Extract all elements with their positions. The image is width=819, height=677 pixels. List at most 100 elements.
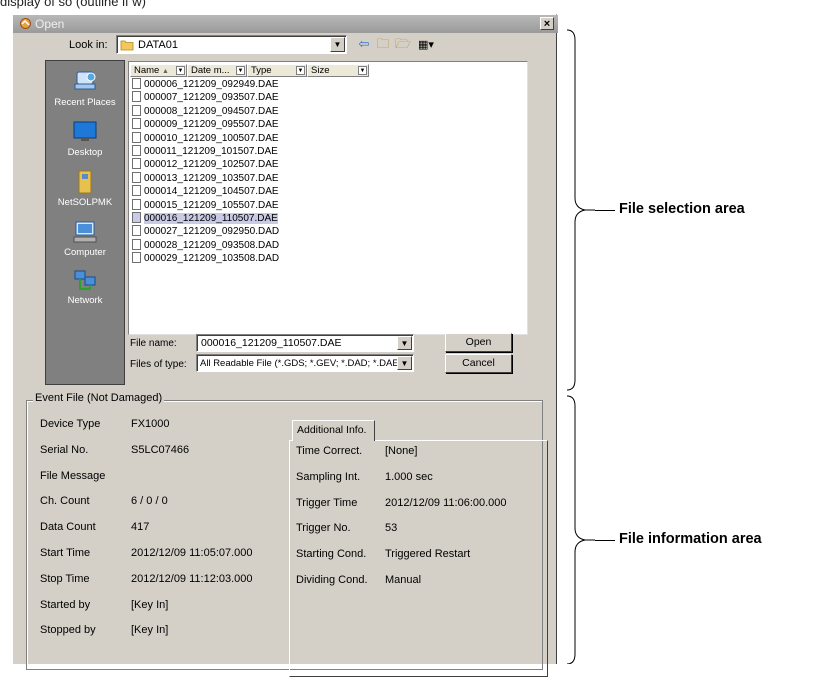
column-filter-icon[interactable]: ▼ bbox=[176, 66, 185, 75]
additional-field-label: Starting Cond. bbox=[296, 548, 367, 561]
files-of-type-select[interactable]: All Readable File (*.GDS; *.GEV; *.DAD; … bbox=[196, 354, 414, 372]
file-name-text: 000016_121209_110507.DAE bbox=[144, 213, 278, 224]
event-file-legend: Event File (Not Damaged) bbox=[33, 392, 165, 404]
info-field-value: 6 / 0 / 0 bbox=[131, 495, 168, 508]
column-header-name[interactable]: Name ▲ ▼ bbox=[130, 64, 187, 77]
file-list-item[interactable]: 000027_121209_092950.DAD bbox=[132, 225, 279, 238]
file-list-item[interactable]: 000010_121209_100507.DAE bbox=[132, 131, 279, 145]
info-field-label: Start Time bbox=[40, 547, 91, 559]
additional-field-value: Triggered Restart bbox=[385, 548, 471, 561]
file-list[interactable]: Name ▲ ▼ Date m... ▼ Type ▼ Size ▼ 00000… bbox=[128, 61, 528, 335]
file-list-item[interactable]: 000029_121209_103508.DAD bbox=[132, 252, 279, 265]
file-list-item[interactable]: 000015_121209_105507.DAE bbox=[132, 198, 279, 212]
file-list-item[interactable]: 000006_121209_092949.DAE bbox=[132, 78, 279, 91]
user-folder-icon bbox=[78, 170, 92, 194]
info-field-value: [Key In] bbox=[131, 624, 169, 637]
annotation-braces bbox=[566, 29, 595, 664]
open-button[interactable]: Open bbox=[445, 333, 512, 352]
file-name-text: 000010_121209_100507.DAE bbox=[144, 132, 279, 144]
additional-field-value: Manual bbox=[385, 574, 422, 586]
chevron-down-icon[interactable]: ▼ bbox=[330, 37, 345, 52]
file-name-value: 000016_121209_110507.DAE bbox=[201, 337, 342, 349]
tab-additional-info[interactable]: Additional Info. bbox=[292, 420, 375, 441]
document-icon bbox=[132, 198, 141, 210]
info-field-label: Started by bbox=[40, 598, 91, 611]
document-icon bbox=[132, 91, 141, 103]
file-list-item[interactable]: 000014_121209_104507.DAE bbox=[132, 185, 279, 198]
additional-field-value: 1.000 sec bbox=[385, 470, 433, 483]
file-name-text: 000008_121209_094507.DAE bbox=[144, 105, 279, 117]
info-field-label: Device Type bbox=[40, 418, 101, 430]
column-header-size[interactable]: Size ▼ bbox=[307, 64, 369, 77]
file-name-text: 000027_121209_092950.DAD bbox=[144, 226, 280, 238]
additional-field-value: 53 bbox=[385, 522, 398, 535]
document-icon bbox=[132, 118, 141, 130]
document-icon bbox=[132, 171, 141, 183]
file-list-item[interactable]: 000016_121209_110507.DAE bbox=[132, 212, 278, 225]
look-in-value: DATA01 bbox=[138, 39, 178, 51]
open-dialog: Open × Look in: DATA01 ▼ ⇦ 🗀 🗁 ▦▾ Recent… bbox=[12, 14, 558, 677]
document-icon bbox=[132, 185, 141, 197]
additional-field-label: Sampling Int. bbox=[296, 470, 361, 483]
info-field-label: Ch. Count bbox=[40, 495, 90, 508]
cancel-button[interactable]: Cancel bbox=[445, 354, 512, 373]
column-filter-icon[interactable]: ▼ bbox=[236, 66, 245, 75]
column-header-type[interactable]: Type ▼ bbox=[247, 64, 307, 77]
places-bar: Recent Places Desktop NetSOLPMK Computer bbox=[45, 60, 125, 385]
document-icon bbox=[132, 225, 141, 237]
info-field-label: File Message bbox=[40, 469, 106, 482]
file-name-text: 000012_121209_102507.DAE bbox=[144, 159, 279, 171]
view-menu-icon[interactable]: ▦▾ bbox=[415, 37, 437, 51]
folder-icon bbox=[120, 40, 134, 51]
file-selection-annotation: File selection area bbox=[619, 201, 745, 217]
additional-field-label: Trigger Time bbox=[296, 496, 358, 509]
chevron-down-icon[interactable]: ▼ bbox=[397, 336, 412, 350]
place-desktop[interactable]: Desktop bbox=[46, 119, 124, 158]
up-folder-icon[interactable]: 🗀 bbox=[375, 37, 391, 51]
network-icon bbox=[74, 270, 96, 290]
new-folder-icon[interactable]: 🗁 bbox=[395, 37, 411, 51]
file-name-text: 000009_121209_095507.DAE bbox=[144, 119, 279, 131]
back-arrow-icon[interactable]: ⇦ bbox=[356, 37, 372, 51]
document-icon bbox=[132, 78, 141, 89]
computer-icon bbox=[73, 221, 97, 243]
info-field-value: 2012/12/09 11:05:07.000 bbox=[131, 547, 253, 559]
info-field-label: Stopped by bbox=[40, 624, 96, 637]
desktop-icon bbox=[73, 121, 97, 141]
place-computer[interactable]: Computer bbox=[46, 219, 124, 258]
chevron-down-icon[interactable]: ▼ bbox=[397, 356, 412, 370]
file-list-item[interactable]: 000013_121209_103507.DAE bbox=[132, 171, 279, 185]
annotation-leader-line bbox=[595, 210, 615, 211]
place-recent-places[interactable]: Recent Places bbox=[46, 69, 124, 108]
close-icon: × bbox=[543, 18, 551, 30]
app-icon bbox=[20, 18, 31, 29]
annotation-leader-line bbox=[595, 540, 615, 541]
file-name-text: 000014_121209_104507.DAE bbox=[144, 186, 279, 198]
title-bar[interactable]: Open × bbox=[13, 15, 558, 33]
place-network[interactable]: Network bbox=[46, 267, 124, 306]
file-list-item[interactable]: 000028_121209_093508.DAD bbox=[132, 238, 279, 252]
sort-ascending-icon: ▲ bbox=[161, 68, 169, 75]
look-in-select[interactable]: DATA01 ▼ bbox=[116, 35, 347, 54]
file-list-item[interactable]: 000011_121209_101507.DAE bbox=[132, 145, 278, 158]
info-field-value: 2012/12/09 11:12:03.000 bbox=[131, 572, 253, 585]
info-field-value: [Key In] bbox=[131, 598, 169, 611]
file-list-item[interactable]: 000008_121209_094507.DAE bbox=[132, 104, 279, 118]
info-field-value: FX1000 bbox=[131, 418, 170, 430]
file-name-input[interactable]: 000016_121209_110507.DAE ▼ bbox=[196, 334, 414, 352]
file-list-item[interactable]: 000009_121209_095507.DAE bbox=[132, 118, 279, 131]
place-label: Computer bbox=[64, 247, 106, 258]
column-filter-icon[interactable]: ▼ bbox=[358, 66, 367, 75]
file-list-item[interactable]: 000012_121209_102507.DAE bbox=[132, 158, 279, 171]
place-netsolpmk[interactable]: NetSOLPMK bbox=[46, 169, 124, 208]
column-filter-icon[interactable]: ▼ bbox=[296, 66, 305, 75]
document-icon bbox=[132, 158, 141, 170]
column-header-date[interactable]: Date m... ▼ bbox=[187, 64, 247, 77]
file-list-item[interactable]: 000007_121209_093507.DAE bbox=[132, 91, 279, 104]
info-field-value: S5LC07466 bbox=[131, 443, 190, 456]
document-icon bbox=[132, 238, 141, 250]
additional-field-value: [None] bbox=[385, 445, 418, 457]
close-button[interactable]: × bbox=[540, 17, 554, 30]
info-field-label: Stop Time bbox=[40, 572, 90, 585]
document-icon bbox=[132, 212, 141, 223]
